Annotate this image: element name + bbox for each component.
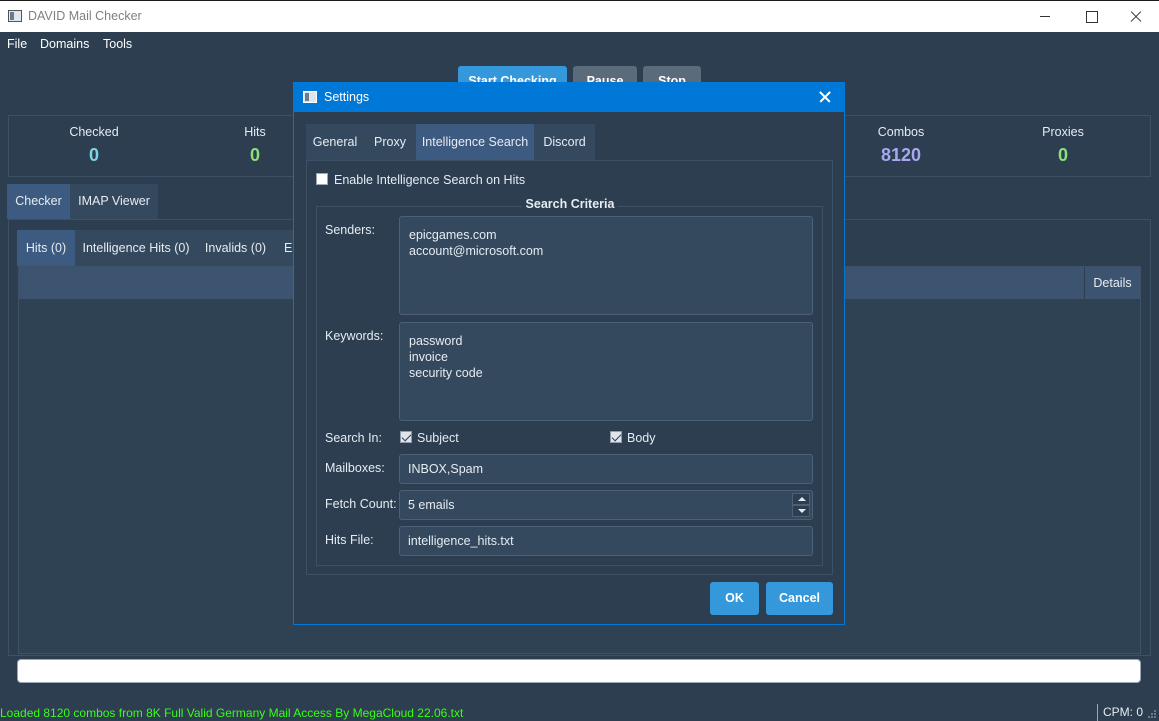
subject-checkbox[interactable]	[400, 431, 412, 443]
minimize-icon[interactable]	[1022, 1, 1068, 32]
dialog-window-icon	[303, 91, 317, 103]
fetch-count-arrows	[792, 493, 810, 517]
mailboxes-input[interactable]: INBOX,Spam	[399, 454, 813, 484]
window-title: DAVID Mail Checker	[28, 9, 142, 23]
column-details[interactable]: Details	[1084, 267, 1140, 299]
keywords-textarea[interactable]: password invoice security code	[399, 322, 813, 421]
hits-file-input[interactable]: intelligence_hits.txt	[399, 526, 813, 556]
search-criteria-title: Search Criteria	[521, 197, 619, 211]
menu-file[interactable]: File	[7, 37, 27, 51]
enable-intelligence-checkbox[interactable]	[316, 173, 328, 185]
dialog-title: Settings	[324, 90, 370, 104]
progress-bar	[17, 659, 1141, 683]
menu-tools[interactable]: Tools	[103, 37, 132, 51]
fetch-count-value: 5 emails	[408, 498, 455, 512]
enable-intelligence-label: Enable Intelligence Search on Hits	[334, 173, 526, 187]
hits-file-label: Hits File:	[325, 533, 374, 547]
dialog-title-bar: Settings	[294, 83, 844, 112]
stat-proxies-label: Proxies	[1042, 125, 1084, 139]
resize-grip-icon[interactable]	[1147, 709, 1157, 719]
tab-hits[interactable]: Hits (0)	[17, 230, 75, 266]
cpm-counter: CPM: 0	[1097, 704, 1143, 721]
tab-checker[interactable]: Checker	[7, 184, 70, 219]
stat-checked-label: Checked	[69, 125, 119, 139]
dialog-close-icon[interactable]	[814, 86, 838, 108]
tab-intelligence-hits[interactable]: Intelligence Hits (0)	[75, 230, 197, 266]
keywords-label: Keywords:	[325, 329, 384, 343]
mailboxes-label: Mailboxes:	[325, 461, 385, 475]
senders-textarea[interactable]: epicgames.com account@microsoft.com	[399, 216, 813, 315]
menu-domains[interactable]: Domains	[40, 37, 89, 51]
settings-dialog: Settings General Proxy Intelligence Sear…	[293, 82, 845, 625]
body-checkbox[interactable]	[610, 431, 622, 443]
status-message: Loaded 8120 combos from 8K Full Valid Ge…	[0, 706, 464, 720]
close-icon[interactable]	[1113, 1, 1159, 32]
stat-combos: Combos 8120	[821, 125, 981, 166]
body-label: Body	[627, 431, 656, 445]
spin-up-icon[interactable]	[792, 493, 810, 505]
tab-imap-viewer[interactable]: IMAP Viewer	[70, 184, 158, 219]
stat-checked-value: 0	[88, 145, 99, 165]
stat-proxies-value: 0	[1057, 145, 1068, 165]
fetch-count-stepper[interactable]: 5 emails	[399, 490, 813, 520]
maximize-icon[interactable]	[1068, 1, 1114, 32]
stat-combos-value: 8120	[880, 145, 922, 165]
title-bar: DAVID Mail Checker	[0, 0, 1159, 32]
cancel-button[interactable]: Cancel	[766, 582, 833, 615]
stat-checked: Checked 0	[14, 125, 174, 166]
tab-proxy[interactable]: Proxy	[364, 124, 416, 160]
stat-combos-label: Combos	[877, 125, 925, 139]
fetch-count-label: Fetch Count:	[325, 497, 397, 511]
senders-label: Senders:	[325, 223, 376, 237]
status-bar: Loaded 8120 combos from 8K Full Valid Ge…	[0, 703, 1159, 721]
spin-down-icon[interactable]	[792, 505, 810, 517]
ok-button[interactable]: OK	[710, 582, 759, 615]
menu-bar: File Domains Tools	[0, 32, 1159, 56]
stat-proxies: Proxies 0	[983, 125, 1143, 166]
search-criteria-title-wrap: Search Criteria	[294, 197, 846, 211]
tab-invalids[interactable]: Invalids (0)	[197, 230, 274, 266]
tab-discord[interactable]: Discord	[534, 124, 595, 160]
search-in-label: Search In:	[325, 431, 382, 445]
tab-intelligence-search[interactable]: Intelligence Search	[416, 124, 534, 160]
tab-general[interactable]: General	[306, 124, 364, 160]
subject-label: Subject	[417, 431, 459, 445]
app-window-icon	[8, 10, 22, 22]
